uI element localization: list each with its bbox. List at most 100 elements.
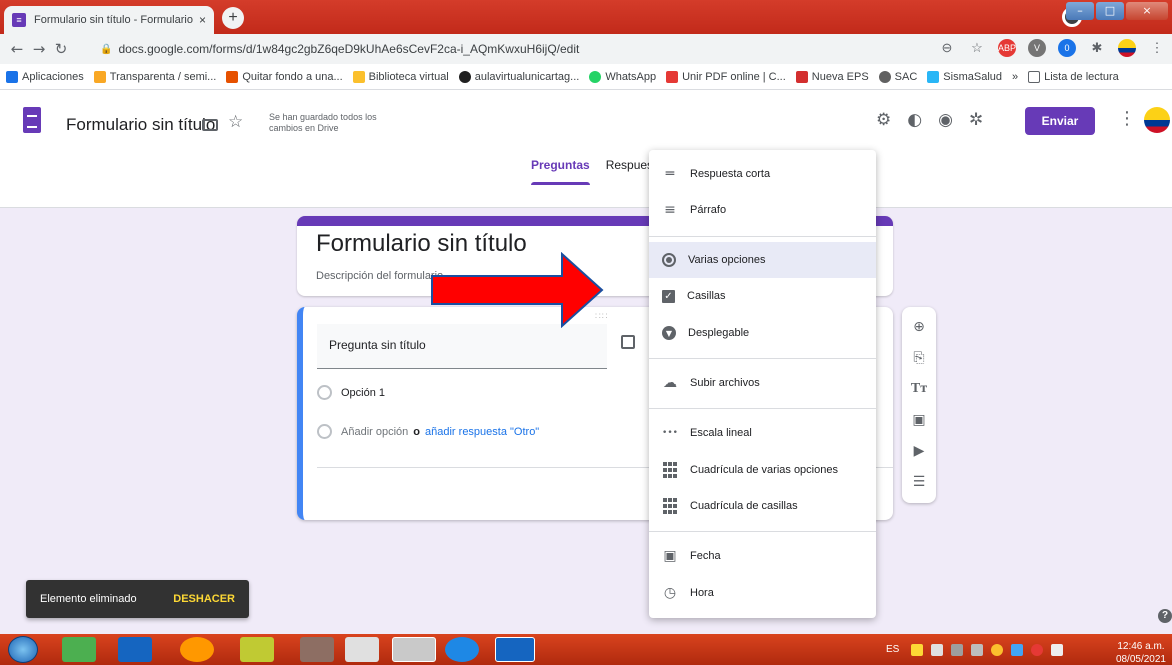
- close-window-button[interactable]: ×: [1126, 2, 1168, 20]
- document-title[interactable]: Formulario sin título: [66, 115, 215, 135]
- tray-icon[interactable]: [1031, 643, 1044, 656]
- add-title-icon[interactable]: Tт: [902, 373, 936, 404]
- option-label[interactable]: Opción 1: [341, 387, 385, 399]
- bookmark-favicon-icon: [927, 70, 940, 83]
- firefox-icon[interactable]: [180, 637, 214, 662]
- extension-icon[interactable]: V: [1028, 39, 1046, 57]
- bookmark-item[interactable]: Biblioteca virtual: [352, 70, 449, 83]
- bookmark-favicon-icon: [352, 70, 365, 83]
- tray-icon[interactable]: [991, 643, 1004, 656]
- bookmark-item[interactable]: Unir PDF online | C...: [666, 70, 786, 83]
- tray-icon[interactable]: [951, 643, 964, 656]
- zoom-icon[interactable]: ⊖: [938, 39, 956, 57]
- add-question-icon[interactable]: ⊕: [902, 311, 936, 342]
- bookmark-favicon-icon: [93, 70, 106, 83]
- extension-badge-icon[interactable]: 0: [1058, 39, 1076, 57]
- start-button[interactable]: [8, 636, 38, 663]
- network-icon[interactable]: [971, 643, 984, 656]
- forms-favicon-icon: ≡: [12, 13, 26, 27]
- preview-eye-icon[interactable]: ◉: [938, 110, 953, 130]
- short-answer-icon: ═: [665, 166, 675, 182]
- taskbar-app-icon[interactable]: [118, 637, 152, 662]
- tab-questions[interactable]: Preguntas: [531, 158, 590, 185]
- taskbar-app-icon[interactable]: [345, 637, 379, 662]
- forms-logo-icon[interactable]: [23, 107, 41, 133]
- send-button[interactable]: Enviar: [1025, 107, 1095, 135]
- calendar-icon: ▣: [663, 548, 677, 564]
- flag-icon[interactable]: [1051, 643, 1064, 656]
- addon-icon[interactable]: ⚙: [876, 110, 891, 130]
- form-description[interactable]: Descripción del formulario: [316, 270, 443, 282]
- puzzle-icon[interactable]: ✱: [1088, 39, 1106, 57]
- bookmark-item[interactable]: Nueva EPS: [795, 70, 869, 83]
- menu-item-multiple-choice[interactable]: Varias opciones: [649, 242, 876, 278]
- reading-list[interactable]: Lista de lectura: [1028, 70, 1119, 83]
- internet-explorer-icon[interactable]: [445, 637, 479, 662]
- bookmark-apps[interactable]: Aplicaciones: [6, 70, 84, 83]
- menu-item-date[interactable]: ▣ Fecha: [649, 538, 876, 574]
- star-icon[interactable]: ☆: [228, 112, 243, 132]
- menu-divider: [649, 358, 876, 359]
- chrome-icon[interactable]: [392, 637, 436, 662]
- menu-item-time[interactable]: ◷ Hora: [649, 575, 876, 611]
- checkbox-icon: ✓: [662, 289, 675, 303]
- bookmarks-overflow-icon[interactable]: »: [1012, 71, 1018, 83]
- minimize-button[interactable]: –: [1066, 2, 1094, 20]
- address-bar[interactable]: 🔒 docs.google.com/forms/d/1w84gc2gbZ6qeD…: [96, 37, 976, 61]
- file-explorer-icon[interactable]: [240, 637, 274, 662]
- profile-avatar-icon[interactable]: [1118, 39, 1136, 57]
- menu-item-checkbox-grid[interactable]: Cuadrícula de casillas: [649, 488, 876, 524]
- clock[interactable]: 12:46 a.m. 08/05/2021: [1116, 640, 1166, 665]
- add-option-row: Añadir opción o añadir respuesta "Otro": [317, 424, 539, 439]
- add-image-icon[interactable]: ▣: [902, 404, 936, 435]
- add-section-icon[interactable]: ☰: [902, 466, 936, 497]
- bookmark-item[interactable]: WhatsApp: [589, 70, 656, 83]
- question-title-input[interactable]: Pregunta sin título: [317, 324, 607, 369]
- help-icon[interactable]: ?: [1158, 609, 1172, 623]
- tray-icon[interactable]: [911, 643, 924, 656]
- bookmark-item[interactable]: aulavirtualunicartag...: [458, 70, 579, 83]
- add-option-link[interactable]: Añadir opción: [341, 426, 408, 438]
- folder-icon[interactable]: [202, 119, 218, 131]
- menu-item-multiple-choice-grid[interactable]: Cuadrícula de varias opciones: [649, 452, 876, 488]
- add-other-link[interactable]: añadir respuesta "Otro": [425, 426, 539, 438]
- reload-icon[interactable]: ↻: [50, 40, 72, 58]
- bookmark-item[interactable]: Quitar fondo a una...: [226, 70, 343, 83]
- forward-icon[interactable]: →: [28, 40, 50, 58]
- menu-item-linear-scale[interactable]: ••• Escala lineal: [649, 415, 876, 451]
- bookmark-item[interactable]: Transparenta / semi...: [93, 70, 216, 83]
- menu-item-paragraph[interactable]: ≡ Párrafo: [649, 192, 876, 228]
- menu-icon[interactable]: ⋮: [1148, 39, 1166, 57]
- menu-item-short-answer[interactable]: ═ Respuesta corta: [649, 156, 876, 192]
- adblock-icon[interactable]: ABP: [998, 39, 1016, 57]
- tray-icon[interactable]: [931, 643, 944, 656]
- taskbar-app-icon[interactable]: [300, 637, 334, 662]
- avatar[interactable]: [1144, 107, 1170, 133]
- language-indicator[interactable]: ES: [886, 644, 899, 655]
- settings-icon[interactable]: ✲: [969, 110, 983, 130]
- add-image-icon[interactable]: [621, 335, 635, 349]
- menu-item-dropdown[interactable]: ▼ Desplegable: [649, 315, 876, 351]
- back-icon[interactable]: ←: [6, 40, 28, 58]
- lock-icon: 🔒: [100, 43, 113, 55]
- menu-item-file-upload[interactable]: ☁ Subir archivos: [649, 365, 876, 401]
- browser-tab[interactable]: ≡ Formulario sin título - Formulario ×: [4, 6, 214, 34]
- apps-grid-icon: [6, 70, 18, 83]
- taskbar-app-icon[interactable]: [62, 637, 96, 662]
- more-vert-icon[interactable]: ⋮: [1118, 108, 1136, 129]
- undo-button[interactable]: DESHACER: [173, 593, 235, 605]
- palette-icon[interactable]: ◐: [907, 110, 922, 130]
- word-icon[interactable]: [495, 637, 535, 662]
- bookmark-item[interactable]: SismaSalud: [927, 70, 1002, 83]
- tab-close-icon[interactable]: ×: [199, 13, 206, 27]
- add-video-icon[interactable]: ▶: [902, 435, 936, 466]
- import-questions-icon[interactable]: ⎘: [902, 342, 936, 373]
- new-tab-button[interactable]: +: [222, 7, 244, 29]
- bookmark-favicon-icon: [226, 70, 239, 83]
- forms-header: Formulario sin título ☆ Se han guardado …: [0, 90, 1172, 208]
- bookmark-star-icon[interactable]: ☆: [968, 39, 986, 57]
- menu-item-checkboxes[interactable]: ✓ Casillas: [649, 278, 876, 314]
- tray-icon[interactable]: [1011, 643, 1024, 656]
- bookmark-item[interactable]: SAC: [878, 70, 917, 83]
- maximize-button[interactable]: □: [1096, 2, 1124, 20]
